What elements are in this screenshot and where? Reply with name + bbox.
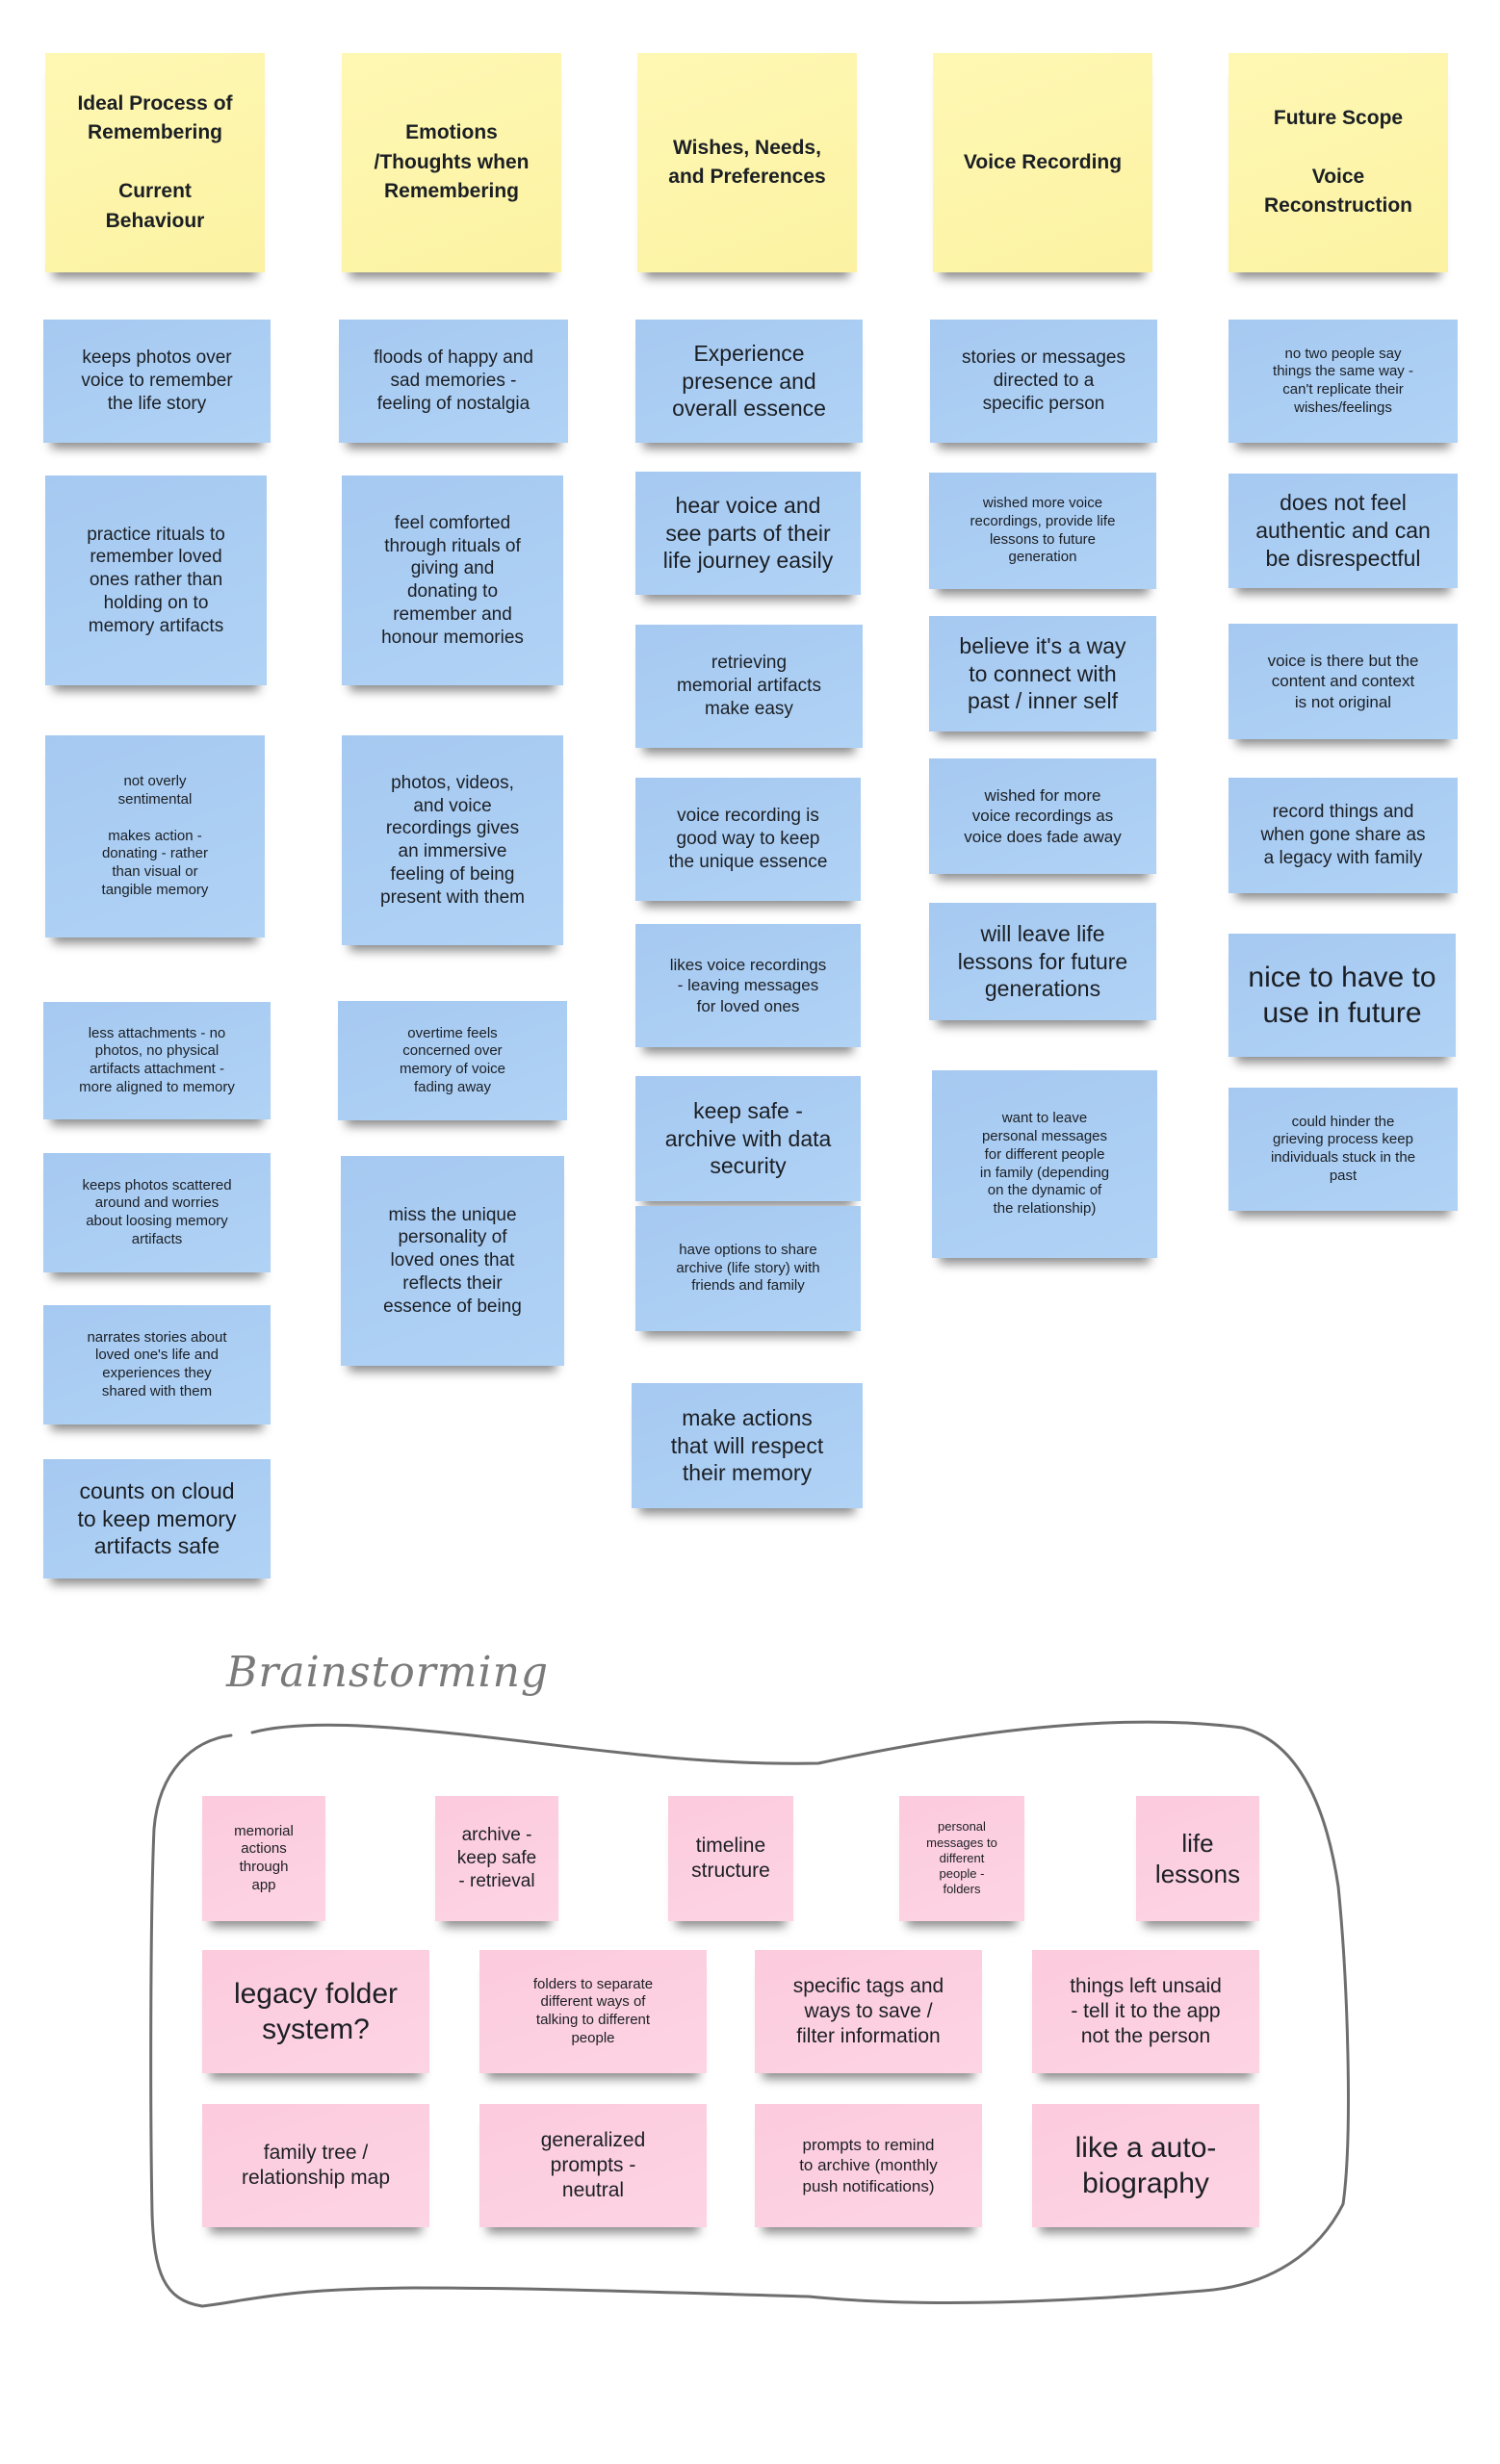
insight-note[interactable]: voice recording is good way to keep the … [635, 778, 861, 901]
insight-note[interactable]: miss the unique personality of loved one… [341, 1156, 564, 1366]
insight-note[interactable]: have options to share archive (life stor… [635, 1206, 861, 1331]
insight-note[interactable]: record things and when gone share as a l… [1228, 778, 1458, 893]
insight-note[interactable]: will leave life lessons for future gener… [929, 903, 1156, 1020]
insight-note[interactable]: overtime feels concerned over memory of … [338, 1001, 567, 1120]
insight-note[interactable]: wished for more voice recordings as voic… [929, 758, 1156, 874]
insight-note[interactable]: voice is there but the content and conte… [1228, 624, 1458, 739]
brainstorm-note[interactable]: prompts to remind to archive (monthly pu… [755, 2104, 982, 2227]
brainstorm-note[interactable]: things left unsaid - tell it to the app … [1032, 1950, 1259, 2073]
insight-note[interactable]: not overly sentimental makes action - do… [45, 735, 265, 937]
brainstorm-note[interactable]: life lessons [1136, 1796, 1259, 1921]
column-header-future-scope[interactable]: Future Scope Voice Reconstruction [1228, 53, 1448, 272]
insight-note[interactable]: feel comforted through rituals of giving… [342, 475, 563, 685]
insight-note[interactable]: keeps photos scattered around and worrie… [43, 1153, 271, 1272]
insight-note[interactable]: less attachments - no photos, no physica… [43, 1002, 271, 1119]
column-header-current-behaviour[interactable]: Ideal Process of Remembering Current Beh… [45, 53, 265, 272]
insight-note[interactable]: hear voice and see parts of their life j… [635, 472, 861, 595]
brainstorm-note[interactable]: legacy folder system? [202, 1950, 429, 2073]
insight-note[interactable]: keep safe - archive with data security [635, 1076, 861, 1201]
insight-note[interactable]: wished more voice recordings, provide li… [929, 473, 1156, 589]
insight-note[interactable]: photos, videos, and voice recordings giv… [342, 735, 563, 945]
insight-note[interactable]: floods of happy and sad memories - feeli… [339, 320, 568, 443]
brainstorm-note[interactable]: specific tags and ways to save / filter … [755, 1950, 982, 2073]
brainstorm-note[interactable]: folders to separate different ways of ta… [479, 1950, 707, 2073]
insight-note[interactable]: no two people say things the same way - … [1228, 320, 1458, 443]
brainstorm-note[interactable]: family tree / relationship map [202, 2104, 429, 2227]
insight-note[interactable]: nice to have to use in future [1228, 934, 1456, 1057]
column-header-wishes-needs[interactable]: Wishes, Needs, and Preferences [637, 53, 857, 272]
insight-note[interactable]: counts on cloud to keep memory artifacts… [43, 1459, 271, 1578]
brainstorm-note[interactable]: archive - keep safe - retrieval [435, 1796, 558, 1921]
insight-note[interactable]: keeps photos over voice to remember the … [43, 320, 271, 443]
column-header-voice-recording[interactable]: Voice Recording [933, 53, 1152, 272]
brainstorm-note[interactable]: timeline structure [668, 1796, 793, 1921]
brainstorm-note[interactable]: like a auto- biography [1032, 2104, 1259, 2227]
brainstorming-title: Brainstorming [226, 1648, 550, 1697]
brainstorm-note[interactable]: memorial actions through app [202, 1796, 325, 1921]
insight-note[interactable]: does not feel authentic and can be disre… [1228, 474, 1458, 588]
insight-note[interactable]: make actions that will respect their mem… [632, 1383, 863, 1508]
insight-note[interactable]: likes voice recordings - leaving message… [635, 924, 861, 1047]
insight-note[interactable]: stories or messages directed to a specif… [930, 320, 1157, 443]
insight-note[interactable]: practice rituals to remember loved ones … [45, 475, 267, 685]
insight-note[interactable]: narrates stories about loved one's life … [43, 1305, 271, 1424]
brainstorm-note[interactable]: personal messages to different people - … [899, 1796, 1024, 1921]
insight-note[interactable]: Experience presence and overall essence [635, 320, 863, 443]
column-header-emotions[interactable]: Emotions /Thoughts when Remembering [342, 53, 561, 272]
brainstorm-note[interactable]: generalized prompts - neutral [479, 2104, 707, 2227]
insight-note[interactable]: retrieving memorial artifacts make easy [635, 625, 863, 748]
insight-note[interactable]: could hinder the grieving process keep i… [1228, 1088, 1458, 1211]
insight-note[interactable]: want to leave personal messages for diff… [932, 1070, 1157, 1258]
insight-note[interactable]: believe it's a way to connect with past … [929, 616, 1156, 732]
